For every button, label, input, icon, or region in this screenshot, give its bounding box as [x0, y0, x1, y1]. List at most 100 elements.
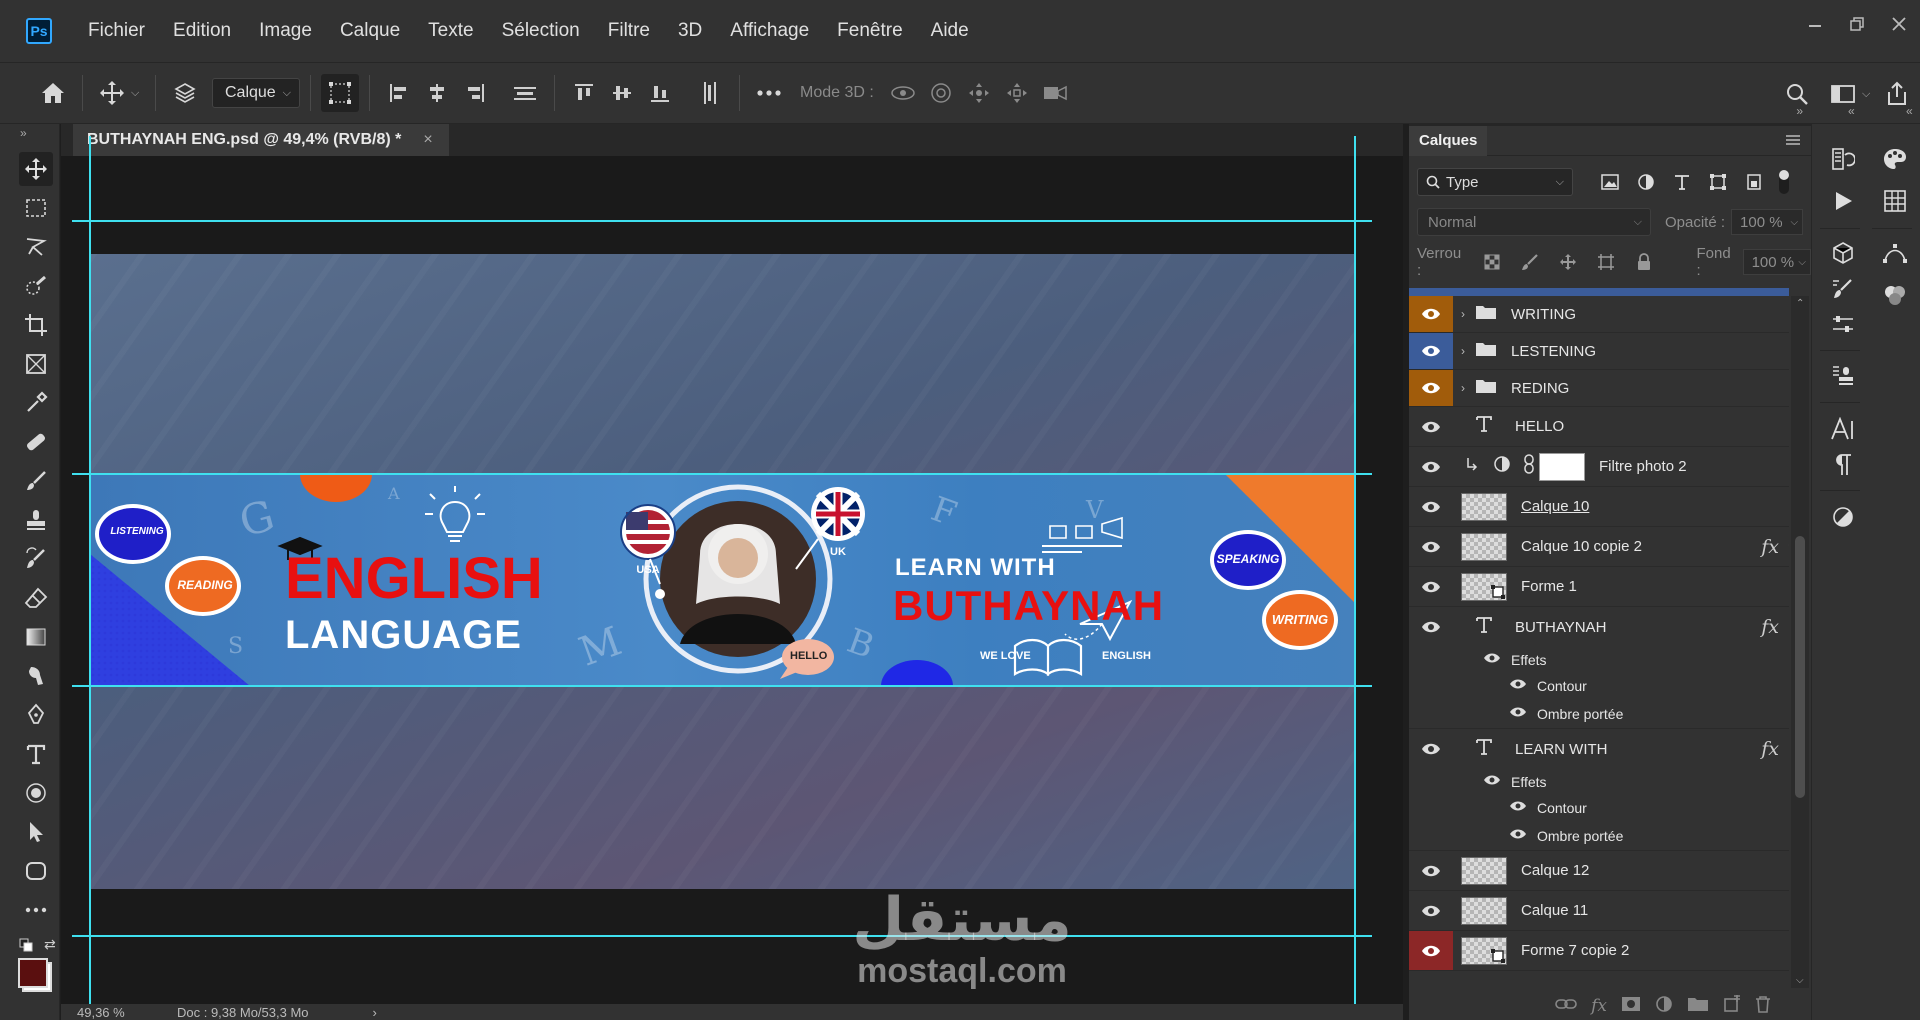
lock-all-icon[interactable] — [1629, 248, 1659, 276]
type-tool[interactable] — [19, 737, 53, 771]
layers-tab[interactable]: Calques — [1409, 125, 1488, 156]
align-center-h-icon[interactable] — [418, 74, 456, 112]
layer-filter-dropdown[interactable]: Type ⌵ — [1417, 168, 1573, 196]
puppet-tool[interactable] — [19, 776, 53, 810]
menu-3d[interactable]: 3D — [664, 20, 716, 42]
delete-layer-icon[interactable] — [1755, 995, 1771, 1018]
chevron-up-icon[interactable]: ⌃ — [1788, 621, 1789, 634]
chevron-up-icon[interactable]: ⌃ — [1788, 743, 1789, 756]
scroll-down-icon[interactable]: ⌵ — [1796, 975, 1804, 986]
marquee-tool[interactable] — [19, 191, 53, 225]
brush-tool[interactable] — [19, 464, 53, 498]
stamp-tool[interactable] — [19, 503, 53, 537]
visibility-eye-icon[interactable] — [1409, 333, 1453, 369]
layer-effects-icon[interactable]: fx — [1761, 536, 1779, 558]
quick-select-tool[interactable] — [19, 269, 53, 303]
default-colors-icon[interactable] — [19, 938, 33, 957]
effect-row[interactable]: Ombre portée — [1409, 821, 1789, 851]
align-middle-v-icon[interactable] — [603, 74, 641, 112]
align-top-icon[interactable] — [565, 74, 603, 112]
visibility-eye-icon[interactable] — [1409, 891, 1453, 930]
history-brush-tool[interactable] — [19, 542, 53, 576]
visibility-eye-icon[interactable] — [1509, 705, 1527, 723]
align-right-icon[interactable] — [456, 74, 494, 112]
filter-smart-object-icon[interactable] — [1739, 168, 1769, 196]
visibility-eye-icon[interactable] — [1409, 527, 1453, 566]
guide-horizontal[interactable] — [72, 935, 1372, 937]
new-layer-icon[interactable] — [1723, 992, 1741, 1018]
eraser-tool[interactable] — [19, 581, 53, 615]
layer-row[interactable]: Filtre photo 2 — [1409, 447, 1789, 487]
visibility-eye-icon[interactable] — [1509, 827, 1527, 845]
crop-tool[interactable] — [19, 308, 53, 342]
add-style-icon[interactable]: fx — [1591, 996, 1607, 1016]
close-tab-icon[interactable]: × — [423, 131, 432, 149]
distribute-icon[interactable] — [506, 74, 544, 112]
adjust-sliders-icon[interactable] — [1828, 310, 1858, 340]
menu-edition[interactable]: Edition — [159, 20, 245, 42]
link-layers-icon[interactable] — [1555, 997, 1577, 1016]
restore-icon[interactable] — [1836, 15, 1878, 38]
effect-row[interactable]: Contour — [1409, 795, 1789, 821]
3d-roll-icon[interactable] — [922, 74, 960, 112]
add-mask-icon[interactable] — [1621, 996, 1641, 1017]
chevron-right-icon[interactable]: › — [1461, 307, 1465, 321]
menu-affichage[interactable]: Affichage — [716, 20, 823, 42]
layer-row[interactable]: › REDING — [1409, 370, 1789, 407]
character-panel-icon[interactable] — [1828, 414, 1858, 444]
3d-panel-icon[interactable] — [1828, 238, 1858, 268]
layers-scrollbar[interactable]: ⌃ ⌵ — [1791, 296, 1809, 988]
auto-select-layers-icon[interactable] — [166, 74, 204, 112]
filter-pixel-icon[interactable] — [1595, 168, 1625, 196]
more-tools[interactable] — [19, 893, 53, 927]
visibility-eye-icon[interactable] — [1409, 567, 1453, 606]
layer-thumbnail[interactable] — [1461, 532, 1507, 561]
visibility-eye-icon[interactable] — [1409, 296, 1453, 332]
effect-row[interactable]: Ombre portée — [1409, 699, 1789, 729]
gradient-tool[interactable] — [19, 620, 53, 654]
close-icon[interactable] — [1878, 15, 1920, 38]
auto-select-dropdown[interactable]: Calque ⌵ — [212, 78, 300, 108]
collapse-dock-icon-2[interactable]: « — [1906, 104, 1913, 118]
layer-row[interactable]: Calque 10 copie 2 fx ⌵ — [1409, 527, 1789, 567]
visibility-eye-icon[interactable] — [1509, 799, 1527, 817]
distribute-v-icon[interactable] — [691, 74, 729, 112]
color-palette-icon[interactable] — [1880, 144, 1910, 174]
pen-tool[interactable] — [19, 698, 53, 732]
lock-artboard-icon[interactable] — [1591, 248, 1621, 276]
menu-aide[interactable]: Aide — [917, 20, 983, 42]
history-panel-icon[interactable] — [1828, 144, 1858, 174]
menu-selection[interactable]: Sélection — [488, 20, 594, 42]
3d-pan-icon[interactable] — [960, 74, 998, 112]
layer-row[interactable]: Calque 12 — [1409, 851, 1789, 891]
layer-thumbnail[interactable] — [1461, 896, 1507, 925]
layer-row[interactable]: LEARN WITH fx ⌃ — [1409, 729, 1789, 769]
visibility-eye-icon[interactable] — [1409, 447, 1453, 486]
foreground-color-swatch[interactable] — [18, 958, 48, 988]
new-adjustment-icon[interactable] — [1655, 995, 1673, 1018]
visibility-eye-icon[interactable] — [1409, 851, 1453, 890]
visibility-eye-icon[interactable] — [1409, 370, 1453, 406]
workspace-icon[interactable] — [1824, 75, 1862, 113]
menu-texte[interactable]: Texte — [414, 20, 487, 42]
lock-position-icon[interactable] — [1553, 248, 1583, 276]
smudge-tool[interactable] — [19, 659, 53, 693]
layer-row[interactable]: Calque 10 — [1409, 487, 1789, 527]
more-options-icon[interactable] — [750, 74, 788, 112]
3d-slide-icon[interactable] — [998, 74, 1036, 112]
status-chevron-icon[interactable]: › — [373, 1005, 377, 1020]
collapse-dock-icon[interactable]: « — [1848, 104, 1855, 118]
chevron-right-icon[interactable]: › — [1461, 344, 1465, 358]
filter-toggle[interactable] — [1779, 170, 1789, 194]
visibility-eye-icon[interactable] — [1409, 407, 1453, 446]
layer-row[interactable]: Forme 7 copie 2 — [1409, 931, 1789, 971]
guide-horizontal[interactable] — [72, 220, 1372, 222]
layer-effects-icon[interactable]: fx — [1761, 738, 1779, 760]
layer-mask-thumbnail[interactable] — [1539, 452, 1585, 481]
shape-tool[interactable] — [19, 854, 53, 888]
align-bottom-icon[interactable] — [641, 74, 679, 112]
eyedropper-tool[interactable] — [19, 386, 53, 420]
visibility-eye-icon[interactable] — [1509, 677, 1527, 695]
swap-colors-icon[interactable]: ⇄ — [44, 936, 56, 953]
shape-thumbnail[interactable] — [1461, 936, 1507, 965]
